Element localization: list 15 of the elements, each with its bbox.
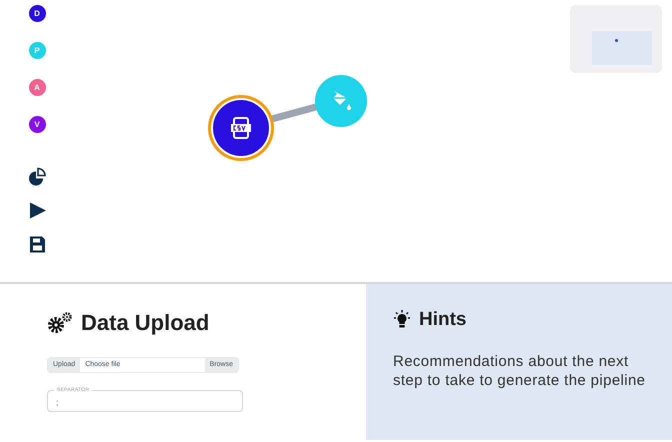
minimap-node — [615, 39, 618, 42]
play-icon[interactable] — [28, 201, 46, 220]
gears-icon — [47, 312, 73, 334]
panel-title: Data Upload — [81, 309, 210, 337]
save-icon[interactable] — [28, 235, 46, 254]
field-value: ; — [56, 398, 58, 408]
lightbulb-icon — [393, 310, 411, 330]
pie-chart-icon[interactable] — [28, 167, 46, 186]
step-button[interactable]: D — [28, 5, 46, 22]
transform-node[interactable] — [315, 75, 367, 127]
panel-title: Hints — [419, 308, 466, 332]
step-button[interactable]: V — [28, 116, 46, 133]
csv-node[interactable] — [213, 100, 269, 156]
csv-file-icon — [230, 117, 252, 139]
hints-text: Recommendations about the next step to take to generate the pipeline — [393, 352, 646, 390]
